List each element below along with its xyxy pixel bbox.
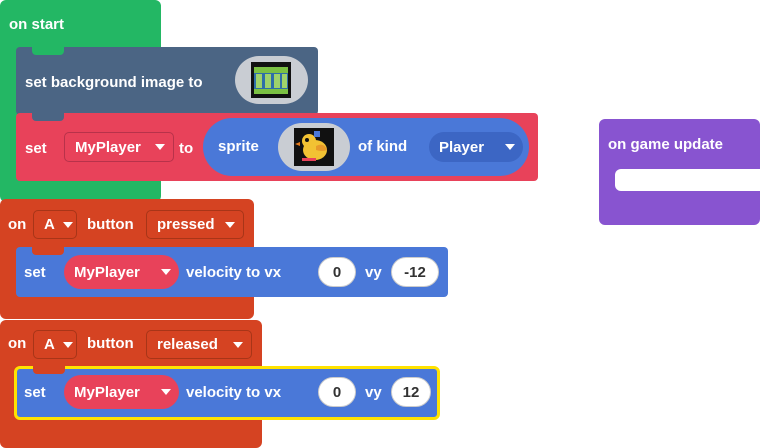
vy-input[interactable]: 12 bbox=[391, 377, 431, 407]
empty-statement-slot[interactable] bbox=[615, 169, 760, 191]
vy-label: vy bbox=[365, 264, 382, 281]
on-game-update-block[interactable]: on game update bbox=[599, 119, 760, 225]
background-tiles-image-icon bbox=[251, 62, 291, 98]
on-label: on bbox=[8, 335, 27, 352]
variable-value: MyPlayer bbox=[74, 383, 140, 401]
button-value: A bbox=[44, 336, 55, 353]
kind-dropdown[interactable]: Player bbox=[429, 132, 523, 162]
background-image-picker[interactable] bbox=[235, 56, 308, 104]
set-sprite-block[interactable]: set MyPlayer to sprite of kind Player bbox=[16, 113, 538, 181]
set-label: set bbox=[24, 384, 46, 401]
vy-label: vy bbox=[365, 384, 382, 401]
chevron-down-icon bbox=[62, 341, 73, 348]
set-label: set bbox=[25, 140, 47, 157]
event-value: released bbox=[157, 336, 218, 353]
velocity-label: velocity to vx bbox=[186, 384, 282, 401]
set-background-block[interactable]: set background image to bbox=[16, 47, 318, 115]
set-velocity-block-selected[interactable]: set MyPlayer velocity to vx 0 vy 12 bbox=[14, 366, 440, 420]
on-label: on bbox=[8, 216, 27, 233]
event-dropdown[interactable]: pressed bbox=[146, 210, 244, 239]
block-notch bbox=[32, 47, 64, 55]
chevron-down-icon bbox=[225, 221, 235, 228]
vy-value: 12 bbox=[402, 383, 420, 401]
sprite-label: sprite bbox=[218, 138, 259, 155]
vx-input[interactable]: 0 bbox=[318, 257, 356, 287]
set-background-label: set background image to bbox=[25, 74, 203, 91]
button-dropdown[interactable]: A bbox=[33, 210, 77, 239]
button-dropdown[interactable]: A bbox=[33, 330, 77, 359]
button-label: button bbox=[87, 216, 134, 233]
vy-input[interactable]: -12 bbox=[391, 257, 439, 287]
button-value: A bbox=[44, 216, 55, 233]
button-label: button bbox=[87, 335, 134, 352]
on-game-update-label: on game update bbox=[608, 136, 724, 153]
velocity-label: velocity to vx bbox=[186, 264, 282, 281]
vx-value: 0 bbox=[332, 383, 342, 401]
chevron-down-icon bbox=[161, 269, 171, 275]
vx-input[interactable]: 0 bbox=[318, 377, 356, 407]
variable-value: MyPlayer bbox=[74, 263, 140, 281]
chevron-down-icon bbox=[62, 221, 73, 228]
chevron-down-icon bbox=[161, 389, 171, 395]
kind-value: Player bbox=[439, 138, 485, 156]
on-start-label: on start bbox=[9, 16, 65, 33]
chevron-down-icon bbox=[155, 144, 165, 150]
chevron-down-icon bbox=[233, 341, 243, 348]
variable-dropdown[interactable]: MyPlayer bbox=[64, 255, 179, 289]
of-kind-label: of kind bbox=[358, 138, 408, 155]
vy-value: -12 bbox=[404, 263, 426, 281]
variable-dropdown[interactable]: MyPlayer bbox=[64, 375, 179, 409]
variable-dropdown[interactable]: MyPlayer bbox=[64, 132, 174, 162]
duck-sprite-icon bbox=[294, 128, 334, 166]
chevron-down-icon bbox=[505, 144, 515, 150]
to-label: to bbox=[179, 140, 194, 157]
event-value: pressed bbox=[157, 216, 215, 233]
set-velocity-block[interactable]: set MyPlayer velocity to vx 0 vy -12 bbox=[16, 247, 448, 297]
block-notch bbox=[33, 366, 65, 374]
block-notch bbox=[32, 247, 64, 255]
block-notch bbox=[32, 113, 64, 121]
sprite-image-picker[interactable] bbox=[278, 123, 350, 171]
event-dropdown[interactable]: released bbox=[146, 330, 252, 359]
set-label: set bbox=[24, 264, 46, 281]
sprite-of-kind-block[interactable]: sprite of kind Player bbox=[203, 118, 529, 176]
variable-value: MyPlayer bbox=[75, 138, 141, 156]
vx-value: 0 bbox=[332, 263, 342, 281]
